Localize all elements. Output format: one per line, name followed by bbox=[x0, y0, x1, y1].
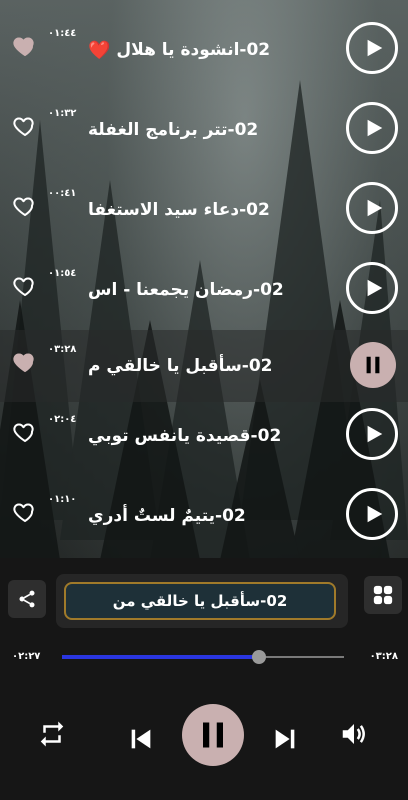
volume-button[interactable] bbox=[338, 718, 370, 750]
skip-previous-icon bbox=[131, 729, 151, 749]
total-time: ٠٣:٢٨ bbox=[369, 651, 398, 662]
track-title-text: 02-دعاء سيد الاستغفا bbox=[88, 200, 270, 220]
track-title-text: 02-تتر برنامج الغفلة bbox=[88, 120, 259, 140]
heart-filled-icon[interactable] bbox=[12, 34, 38, 58]
progress-fill bbox=[62, 655, 260, 659]
track-title: 02-رمضان يجمعنا - اس bbox=[88, 254, 298, 326]
repeat-icon bbox=[40, 721, 64, 747]
heart-filled-icon[interactable] bbox=[12, 350, 38, 374]
row-play-button[interactable] bbox=[346, 102, 398, 154]
row-play-button[interactable] bbox=[346, 488, 398, 540]
play-icon bbox=[367, 39, 382, 57]
heart-outline-icon[interactable] bbox=[12, 500, 38, 524]
track-title: 02-انشودة يا هلال ❤️ bbox=[88, 14, 298, 86]
playlist-row[interactable]: 02-انشودة يا هلال ❤️ ٠١:٤٤ bbox=[0, 14, 408, 86]
track-duration: ٠١:٣٢ bbox=[48, 108, 77, 119]
pause-icon bbox=[366, 356, 380, 374]
heart-emoji: ❤️ bbox=[88, 39, 111, 61]
progress-bar[interactable] bbox=[62, 650, 344, 664]
track-title: 02-يتيمٌ لستٌ أدري bbox=[88, 480, 298, 552]
track-title: 02-قصيدة يانفس توبي bbox=[88, 400, 298, 472]
playlist-row[interactable]: 02-دعاء سيد الاستغفا ٠٠:٤١ bbox=[0, 174, 408, 246]
track-title: 02-سأقبل يا خالقي م bbox=[88, 330, 298, 402]
row-play-button[interactable] bbox=[346, 22, 398, 74]
play-icon bbox=[367, 279, 382, 297]
heart-outline-icon[interactable] bbox=[12, 194, 38, 218]
previous-button[interactable] bbox=[126, 724, 156, 754]
grid-button[interactable] bbox=[364, 576, 402, 614]
play-icon bbox=[367, 425, 382, 443]
heart-outline-icon[interactable] bbox=[12, 114, 38, 138]
play-icon bbox=[367, 119, 382, 137]
row-pause-button[interactable] bbox=[350, 342, 396, 388]
track-duration: ٠١:١٠ bbox=[48, 494, 77, 505]
track-title-text: 02-رمضان يجمعنا - اس bbox=[88, 280, 284, 300]
track-title: 02-دعاء سيد الاستغفا bbox=[88, 174, 298, 246]
heart-outline-icon[interactable] bbox=[12, 274, 38, 298]
row-play-button[interactable] bbox=[346, 262, 398, 314]
track-title-text: 02-انشودة يا هلال bbox=[116, 40, 271, 60]
playlist-row[interactable]: 02-تتر برنامج الغفلة ٠١:٣٢ bbox=[0, 94, 408, 166]
track-duration: ٠٠:٤١ bbox=[48, 188, 77, 199]
share-icon bbox=[19, 590, 35, 608]
next-button[interactable] bbox=[270, 724, 300, 754]
share-button[interactable] bbox=[8, 580, 46, 618]
track-title: 02-تتر برنامج الغفلة bbox=[88, 94, 298, 166]
track-title-text: 02-قصيدة يانفس توبي bbox=[88, 426, 282, 446]
playlist-row[interactable]: 02-يتيمٌ لستٌ أدري ٠١:١٠ bbox=[0, 480, 408, 552]
heart-outline-icon[interactable] bbox=[12, 420, 38, 444]
playlist-row[interactable]: 02-رمضان يجمعنا - اس ٠١:٥٤ bbox=[0, 254, 408, 326]
track-duration: ٠١:٥٤ bbox=[48, 268, 77, 279]
main-pause-button[interactable] bbox=[182, 704, 244, 766]
playlist-row[interactable]: 02-قصيدة يانفس توبي ٠٢:٠٤ bbox=[0, 400, 408, 472]
track-title-text: 02-يتيمٌ لستٌ أدري bbox=[88, 506, 246, 526]
player-panel: 02-سأقبل يا خالقي من ٠٢:٢٧ ٠٣:٢٨ bbox=[0, 558, 408, 800]
progress-knob[interactable] bbox=[252, 650, 267, 664]
now-playing-box[interactable]: 02-سأقبل يا خالقي من bbox=[56, 574, 348, 628]
now-playing-title: 02-سأقبل يا خالقي من bbox=[64, 582, 336, 620]
track-duration: ٠٢:٠٤ bbox=[48, 414, 77, 425]
track-duration: ٠٣:٢٨ bbox=[48, 344, 77, 355]
skip-next-icon bbox=[275, 729, 295, 749]
pause-icon bbox=[203, 722, 223, 748]
grid-icon bbox=[373, 585, 393, 605]
row-play-button[interactable] bbox=[346, 408, 398, 460]
track-duration: ٠١:٤٤ bbox=[48, 28, 77, 39]
play-icon bbox=[367, 199, 382, 217]
volume-icon bbox=[342, 724, 365, 744]
repeat-button[interactable] bbox=[36, 718, 68, 750]
row-play-button[interactable] bbox=[346, 182, 398, 234]
play-icon bbox=[367, 505, 382, 523]
playlist-row[interactable]: 02-سأقبل يا خالقي م ٠٣:٢٨ bbox=[0, 330, 408, 402]
track-title-text: 02-سأقبل يا خالقي م bbox=[88, 356, 273, 376]
elapsed-time: ٠٢:٢٧ bbox=[12, 651, 41, 662]
